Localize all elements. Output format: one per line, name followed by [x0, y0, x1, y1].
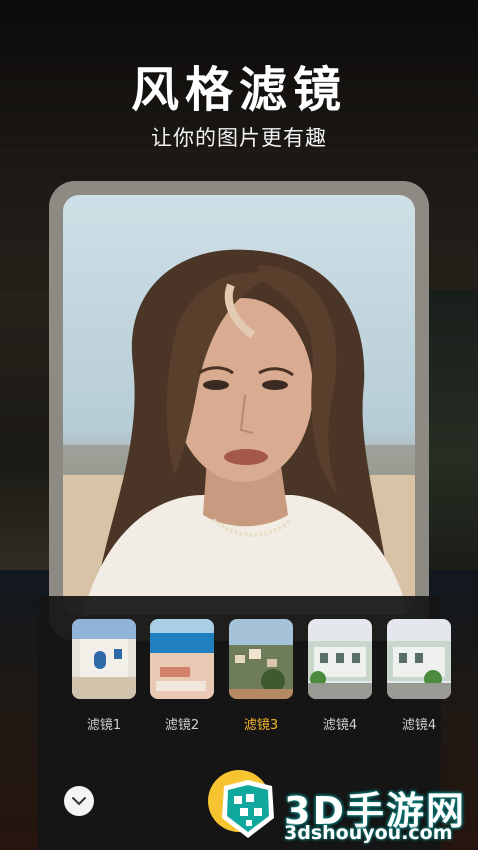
page-subtitle: 让你的图片更有趣 [151, 126, 327, 150]
filter-label-2[interactable]: 滤镜2 [147, 714, 217, 733]
filter-label-4[interactable]: 滤镜4 [305, 714, 375, 733]
filter-label-3[interactable]: 滤镜3 [226, 714, 296, 733]
watermark-url: 3dshouyou.com [284, 822, 453, 844]
page-title: 风格滤镜 [130, 62, 347, 118]
filter-thumb-1[interactable] [72, 619, 136, 699]
filter-label-5[interactable]: 滤镜4 [384, 714, 454, 733]
chevron-down-icon [72, 797, 86, 806]
preview-photo [63, 195, 415, 615]
filter-thumb-2[interactable] [150, 619, 214, 699]
watermark-logo-icon [218, 778, 278, 840]
filter-label-1[interactable]: 滤镜1 [69, 714, 139, 733]
collapse-button[interactable] [64, 786, 94, 816]
filter-thumb-4[interactable] [308, 619, 372, 699]
filter-thumb-5[interactable] [387, 619, 451, 699]
filter-thumb-3[interactable] [229, 619, 293, 699]
